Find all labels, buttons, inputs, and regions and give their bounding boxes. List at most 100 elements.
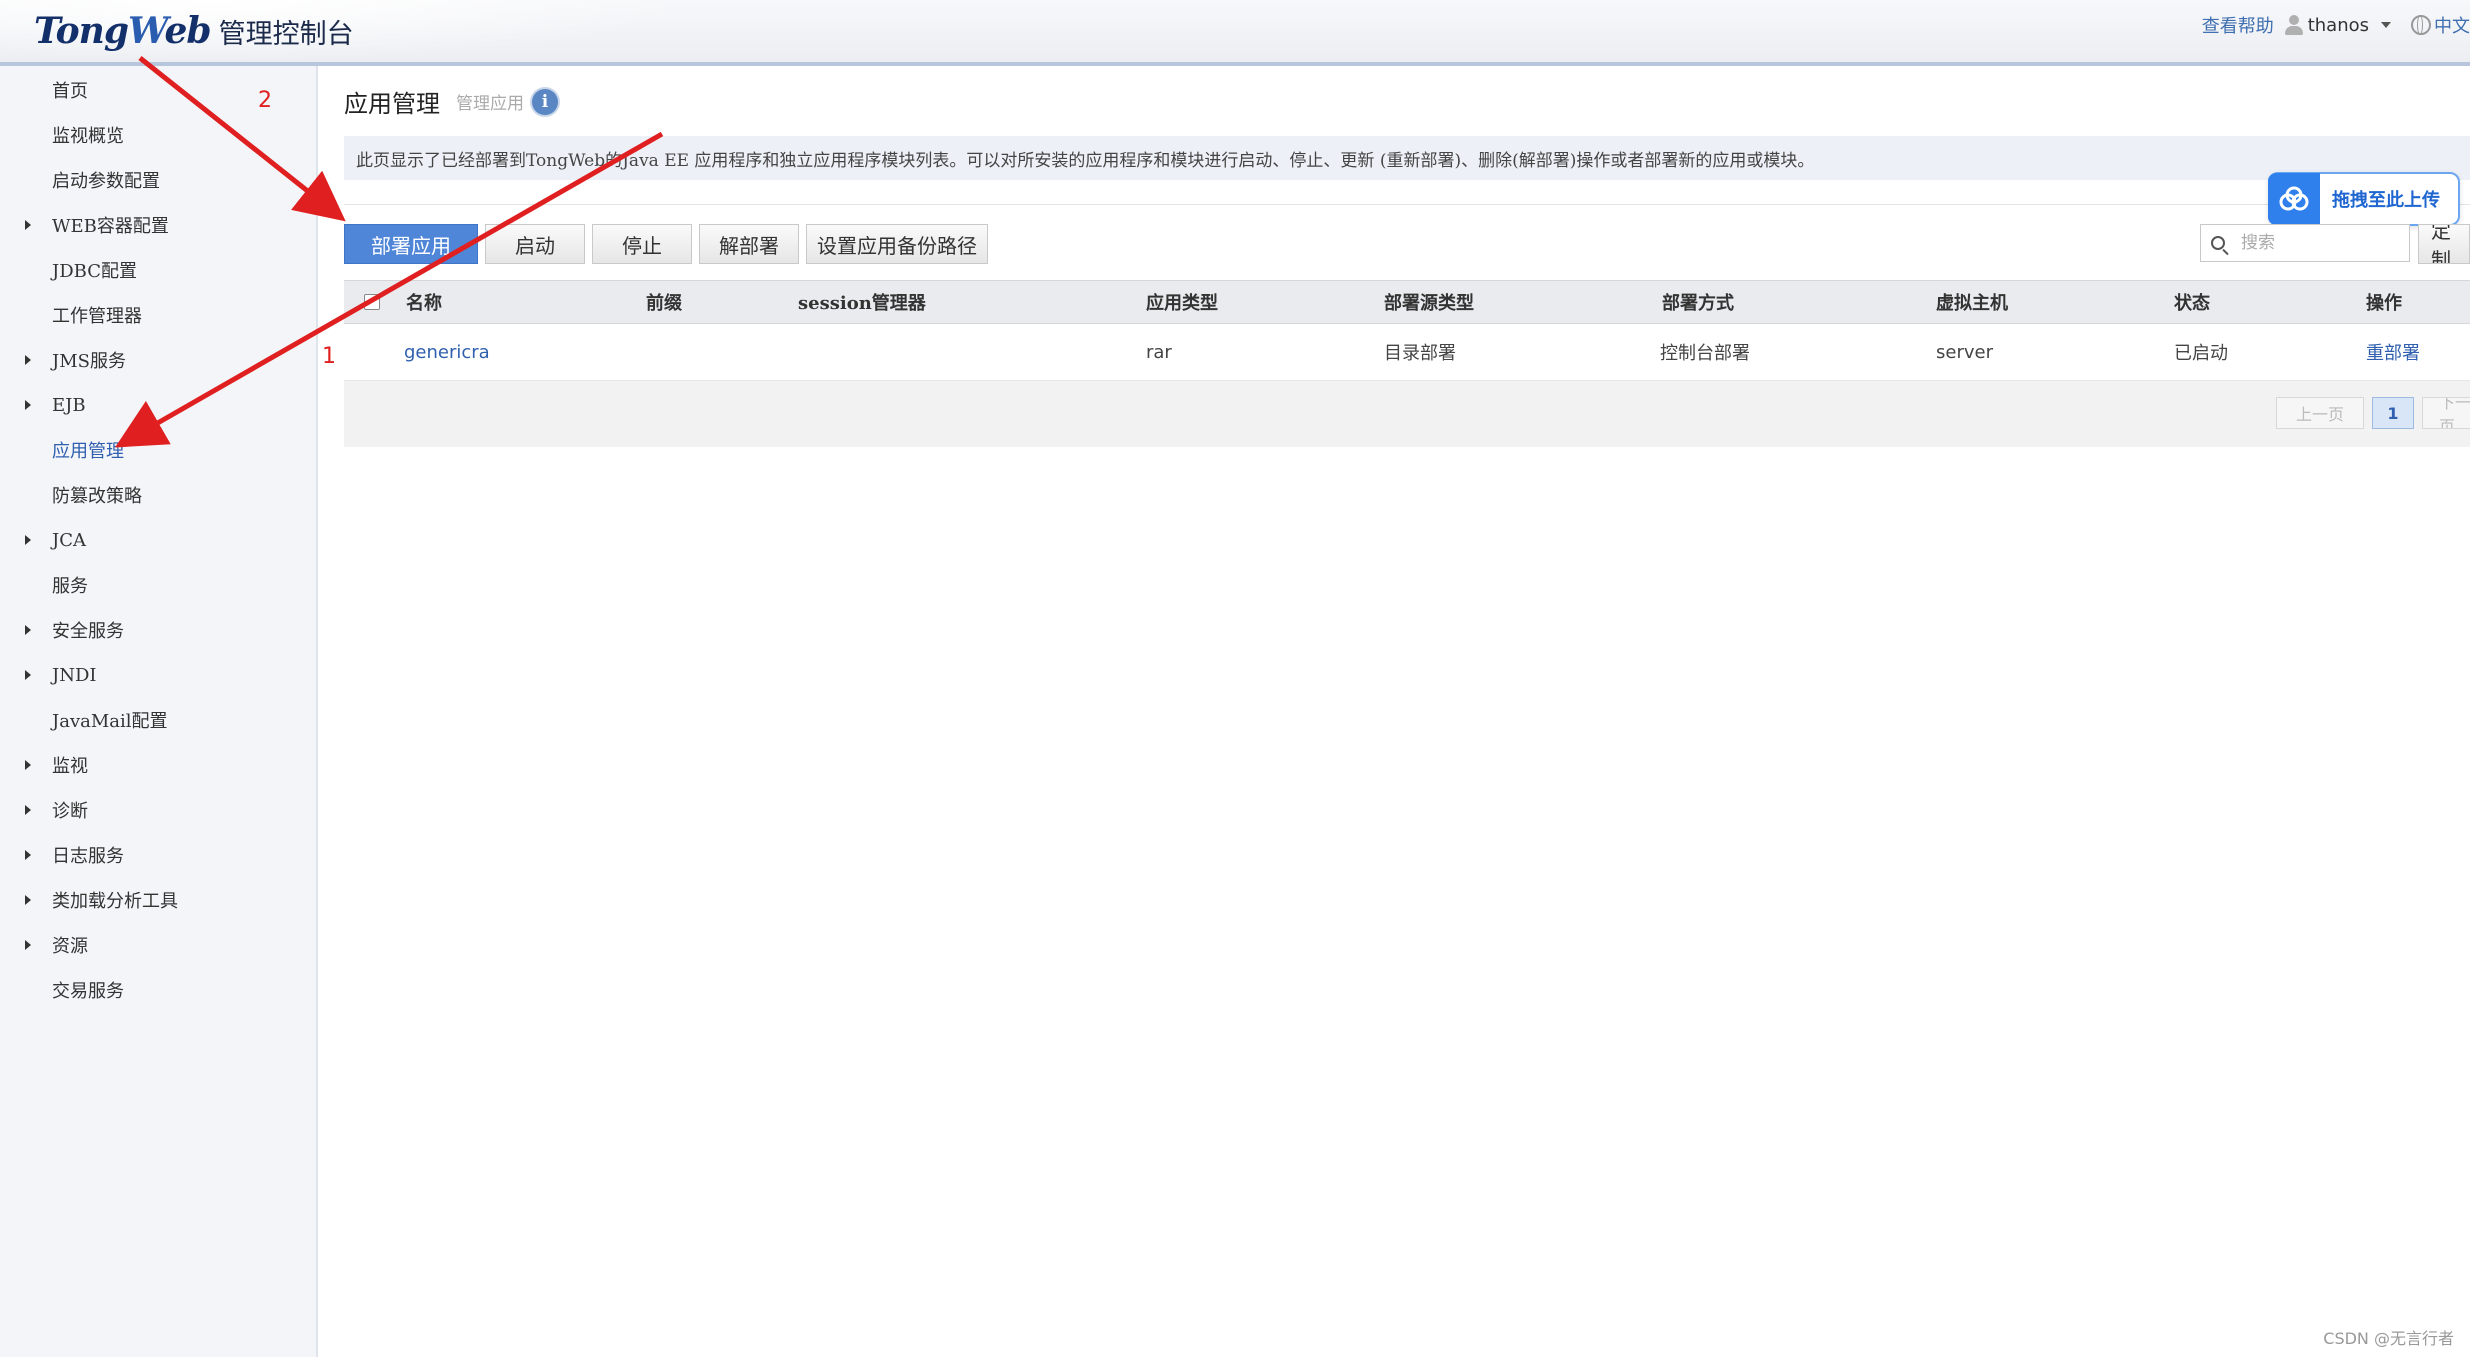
search-icon [2211,236,2225,250]
prev-page-button[interactable]: 上一页 [2276,397,2364,429]
help-link[interactable]: 查看帮助 [2202,12,2274,38]
caret-right-icon [0,625,49,635]
sidebar-item[interactable]: 监视概览 [0,113,316,157]
username: thanos [2307,14,2369,36]
caret-right-icon [0,760,49,770]
app-toolbar: 部署应用 启动 停止 解部署 设置应用备份路径 [344,224,988,264]
page-subtitle: 管理应用 [456,94,524,114]
sidebar-item-label: 安全服务 [52,621,124,642]
sidebar-item[interactable]: JNDI [0,653,316,697]
sidebar-item-label: 服务 [52,576,88,597]
cloud-glyph [2279,186,2309,211]
sidebar-item[interactable]: JMS服务 [0,338,316,382]
sidebar-item-label: 工作管理器 [52,306,142,327]
stop-button[interactable]: 停止 [592,224,692,264]
sidebar-item-label: JMS服务 [52,351,126,372]
app-deploy-mode: 控制台部署 [1660,343,1750,364]
top-header: TongWeb 管理控制台 查看帮助 thanos 中文 [0,0,2470,66]
sidebar-item-label: 启动参数配置 [52,171,160,192]
user-icon [2284,14,2304,36]
sidebar-item-label: 资源 [52,936,88,957]
csdn-watermark: CSDN @无言行者 [2323,1329,2454,1348]
language-switch[interactable]: 中文 [2411,12,2470,38]
sidebar-item[interactable]: 日志服务 [0,833,316,877]
page-title-row: 应用管理 管理应用 i [344,84,558,119]
sidebar-item[interactable]: JavaMail配置 [0,698,316,742]
set-backup-path-button[interactable]: 设置应用备份路径 [806,224,988,264]
sidebar-item-label: JDBC配置 [52,261,137,282]
select-all-checkbox[interactable] [364,294,380,310]
pagination-bar: 上一页 1 下一页 [344,381,2470,447]
sidebar-item[interactable]: JCA [0,518,316,562]
sidebar-item-label: 日志服务 [52,846,124,867]
sidebar-item[interactable]: 资源 [0,923,316,967]
sidebar-item[interactable]: 启动参数配置 [0,158,316,202]
annotation-marker-1: 1 [322,344,336,369]
app-name-link[interactable]: genericra [404,324,490,380]
cloud-upload-icon [2268,173,2320,225]
col-status[interactable]: 状态 [2174,281,2210,323]
table-header: 名称 前缀 session管理器 应用类型 部署源类型 部署方式 虚拟主机 状态… [344,280,2470,324]
applications-table: 名称 前缀 session管理器 应用类型 部署源类型 部署方式 虚拟主机 状态… [344,280,2470,447]
header-actions: 查看帮助 thanos 中文 [2202,12,2470,38]
console-title: 管理控制台 [218,18,354,50]
sidebar-item-label: 防篡改策略 [52,486,142,507]
start-button[interactable]: 启动 [485,224,585,264]
page-number-current[interactable]: 1 [2372,397,2414,429]
caret-right-icon [0,535,49,545]
sidebar-item-label: 交易服务 [52,981,124,1002]
app-source-type: 目录部署 [1384,343,1456,364]
globe-icon [2411,15,2431,35]
deploy-app-button[interactable]: 部署应用 [344,224,478,264]
sidebar-item-label: JavaMail配置 [52,711,168,732]
select-all-cell [364,281,380,323]
divider [344,204,2470,205]
sidebar-item[interactable]: 防篡改策略 [0,473,316,517]
next-page-button[interactable]: 下一页 [2422,397,2470,429]
sidebar-item[interactable]: 类加载分析工具 [0,878,316,922]
drag-upload-widget[interactable]: 拖拽至此上传 [2268,172,2460,226]
sidebar-item[interactable]: 诊断 [0,788,316,832]
logo-brand: TongWeb [34,10,212,52]
main-content: 应用管理 管理应用 i 此页显示了已经部署到TongWeb的Java EE 应用… [320,66,2470,1357]
col-name[interactable]: 名称 [406,281,442,323]
col-virtual-host[interactable]: 虚拟主机 [1936,281,2008,323]
caret-right-icon [0,850,49,860]
caret-right-icon [0,805,49,815]
sidebar-item[interactable]: 应用管理 [0,428,316,472]
info-icon[interactable]: i [532,88,558,115]
sidebar-item[interactable]: 服务 [0,563,316,607]
app-status: 已启动 [2174,343,2228,364]
sidebar-item[interactable]: WEB容器配置 [0,203,316,247]
caret-right-icon [0,670,49,680]
sidebar-item-label: 首页 [52,81,88,102]
sidebar-item[interactable]: 交易服务 [0,968,316,1012]
sidebar-item-label: WEB容器配置 [52,216,169,237]
redeploy-link[interactable]: 重部署 [2366,324,2420,380]
sidebar-item-label: 诊断 [52,801,88,822]
undeploy-button[interactable]: 解部署 [699,224,799,264]
user-menu[interactable]: thanos [2284,14,2401,36]
sidebar-item[interactable]: JDBC配置 [0,248,316,292]
col-session-manager[interactable]: session管理器 [798,281,926,323]
customize-button[interactable]: 定制 [2418,224,2470,264]
search-input[interactable] [2239,232,2393,254]
sidebar-nav: 首页监视概览启动参数配置 WEB容器配置 JDBC配置 工作管理器 JMS服务 EJB 应用… [0,66,318,1357]
language-label: 中文 [2434,16,2470,37]
sidebar-item[interactable]: EJB [0,383,316,427]
app-virtual-host: server [1936,341,1993,363]
caret-right-icon [0,895,49,905]
sidebar-item-label: EJB [52,394,86,416]
sidebar-item[interactable]: 工作管理器 [0,293,316,337]
page-description: 此页显示了已经部署到TongWeb的Java EE 应用程序和独立应用程序模块列… [344,136,2470,180]
col-source-type[interactable]: 部署源类型 [1384,281,1474,323]
sidebar-item[interactable]: 监视 [0,743,316,787]
col-deploy-mode[interactable]: 部署方式 [1662,281,1734,323]
search-field[interactable] [2200,224,2410,262]
sidebar-item-label: JNDI [52,664,97,686]
logo-brand-suffix: eb [164,10,212,52]
col-prefix[interactable]: 前缀 [646,281,682,323]
sidebar-item-label: 应用管理 [52,441,124,462]
sidebar-item[interactable]: 安全服务 [0,608,316,652]
col-app-type[interactable]: 应用类型 [1146,281,1218,323]
